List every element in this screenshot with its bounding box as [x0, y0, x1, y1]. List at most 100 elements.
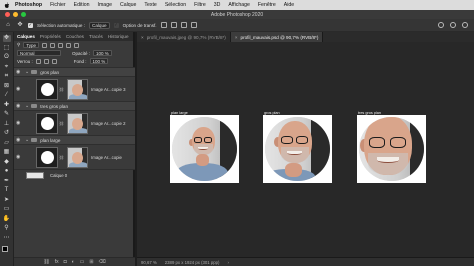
filter-pixel-icon[interactable] [42, 42, 48, 48]
opacity-input[interactable]: 100 % [93, 50, 112, 56]
marquee-tool-icon[interactable]: ⬚ [3, 45, 11, 52]
auto-select-target-dropdown[interactable]: Calque [89, 21, 110, 29]
workspace-icon[interactable] [450, 22, 456, 28]
lock-position-icon[interactable] [43, 58, 49, 64]
new-group-icon[interactable]: ▭ [80, 259, 85, 265]
chevron-down-icon[interactable]: ⌄ [25, 137, 29, 143]
visibility-eye-icon[interactable]: ◉ [16, 104, 22, 109]
layer-name[interactable]: Image Ar...copie 2 [91, 121, 125, 126]
share-icon[interactable] [462, 22, 468, 28]
visibility-eye-icon[interactable]: ◉ [16, 87, 22, 92]
layer-thumbnail[interactable] [26, 171, 44, 179]
hand-tool-icon[interactable]: ✋ [3, 216, 11, 223]
doc-tab-psd[interactable]: × profil_mauvais.psd @ 90,7% (RVB/8*) [230, 32, 324, 42]
brush-tool-icon[interactable]: ✎ [3, 111, 11, 118]
layer-image-thumbnail[interactable] [67, 146, 89, 168]
link-layers-icon[interactable]: ⛓ [43, 259, 49, 265]
layer-mask-thumbnail[interactable] [36, 78, 58, 100]
menu-3d[interactable]: 3D [214, 2, 221, 8]
eraser-tool-icon[interactable]: ▱ [3, 140, 11, 147]
foreground-color-swatch[interactable] [1, 246, 8, 252]
link-icon[interactable]: ⛓ [59, 87, 64, 92]
lock-all-icon[interactable] [51, 58, 57, 64]
add-mask-icon[interactable]: ◘ [64, 259, 67, 265]
more-tools-icon[interactable]: ⋯ [3, 235, 11, 242]
blend-mode-dropdown[interactable]: Normal [17, 50, 61, 56]
layer-row[interactable]: ◉ ⛓ Image Ar...copie 3 [14, 76, 135, 101]
tab-couches[interactable]: Couches [66, 34, 84, 39]
blur-tool-icon[interactable]: ◆ [3, 159, 11, 166]
dodge-tool-icon[interactable]: ● [3, 168, 11, 175]
search-icon[interactable] [438, 22, 444, 28]
layer-row-background[interactable]: Calque 0 [14, 169, 135, 180]
quick-select-tool-icon[interactable]: ⌖ [3, 64, 11, 71]
layer-group-tres-gros-plan[interactable]: ◉ ⌄ tres gros plan [14, 101, 135, 110]
artboard-plan-large[interactable] [170, 115, 239, 183]
menu-app-photoshop[interactable]: Photoshop [15, 2, 42, 8]
show-transform-checkbox[interactable] [113, 22, 119, 28]
path-select-tool-icon[interactable]: ➤ [3, 197, 11, 204]
frame-tool-icon[interactable]: ⊠ [3, 83, 11, 90]
color-swatches[interactable] [1, 246, 12, 256]
layer-name[interactable]: Image Ar...copie 3 [91, 87, 125, 92]
lasso-tool-icon[interactable]: ʘ [3, 54, 11, 61]
filter-adjustment-icon[interactable] [50, 42, 56, 48]
chevron-down-icon[interactable]: ⌄ [25, 103, 29, 109]
home-icon[interactable]: ⌂ [4, 22, 12, 29]
adjustment-layer-icon[interactable]: ◐ [72, 259, 75, 265]
layer-name[interactable]: Image Ar...copie [91, 155, 122, 160]
artboard-tres-gros-plan[interactable] [357, 115, 426, 183]
layer-mask-thumbnail[interactable] [36, 112, 58, 134]
layer-group-gros-plan[interactable]: ◉ ⌄ gros plan [14, 67, 135, 76]
lock-pixels-icon[interactable] [35, 58, 41, 64]
menu-filtre[interactable]: Filtre [194, 2, 206, 8]
zoom-level[interactable]: 90,67 % [141, 260, 157, 265]
auto-select-checkbox[interactable] [28, 22, 33, 28]
status-arrow-icon[interactable]: › [228, 260, 229, 265]
tab-historique[interactable]: Historique [108, 34, 129, 39]
link-icon[interactable]: ⛓ [59, 121, 64, 126]
clone-stamp-tool-icon[interactable]: ⊥ [3, 121, 11, 128]
close-tab-icon[interactable]: × [141, 35, 144, 40]
close-tab-icon[interactable]: × [235, 35, 238, 40]
visibility-eye-icon[interactable]: ◉ [16, 121, 22, 126]
apple-icon[interactable] [4, 2, 10, 9]
doc-tab-jpeg[interactable]: × profil_mauvais.jpeg @ 90,7% (RVB/8*) [137, 32, 231, 42]
history-brush-tool-icon[interactable]: ↺ [3, 130, 11, 137]
layer-filter-dropdown[interactable]: Type [23, 42, 40, 48]
distribute-icon[interactable] [190, 22, 197, 28]
menu-calque[interactable]: Calque [120, 2, 136, 8]
tab-traces[interactable]: Tracés [89, 34, 103, 39]
link-icon[interactable]: ⛓ [59, 155, 64, 160]
type-tool-icon[interactable]: T [3, 187, 11, 194]
new-layer-icon[interactable]: ⊞ [89, 259, 93, 265]
zoom-tool-icon[interactable]: ⚲ [3, 225, 11, 232]
menu-texte[interactable]: Texte [144, 2, 156, 8]
fx-icon[interactable]: fx [55, 259, 59, 265]
menu-edition[interactable]: Edition [74, 2, 90, 8]
filter-shape-icon[interactable] [66, 42, 72, 48]
tab-calques[interactable]: Calques [17, 34, 35, 39]
menu-affichage[interactable]: Affichage [228, 2, 250, 8]
layer-row[interactable]: ◉ ⛓ Image Ar...copie 2 [14, 110, 135, 135]
trash-icon[interactable]: ⌫ [99, 259, 106, 265]
layer-mask-thumbnail[interactable] [36, 146, 58, 168]
pen-tool-icon[interactable]: ✒ [3, 178, 11, 185]
layer-group-plan-large[interactable]: ◉ ⌄ plan large [14, 135, 135, 144]
document-canvas[interactable]: plan large gros plan tres gros plan [137, 42, 474, 257]
menu-fenetre[interactable]: Fenêtre [258, 2, 276, 8]
menu-image[interactable]: Image [98, 2, 112, 8]
layer-row[interactable]: ◉ ⛓ Image Ar...copie [14, 144, 135, 169]
tab-proprietes[interactable]: Propriétés [40, 34, 61, 39]
healing-brush-tool-icon[interactable]: ✚ [3, 102, 11, 109]
filter-smart-icon[interactable] [74, 42, 80, 48]
fill-input[interactable]: 100 % [89, 58, 109, 64]
align-center-icon[interactable] [170, 22, 177, 28]
eyedropper-tool-icon[interactable]: ⁄ [3, 92, 11, 99]
menu-fichier[interactable]: Fichier [50, 2, 66, 8]
layer-name[interactable]: Calque 0 [50, 173, 67, 178]
artboard-gros-plan[interactable] [263, 115, 332, 183]
shape-tool-icon[interactable]: ▭ [3, 206, 11, 213]
filter-type-icon[interactable] [58, 42, 64, 48]
gradient-tool-icon[interactable]: ▦ [3, 149, 11, 156]
